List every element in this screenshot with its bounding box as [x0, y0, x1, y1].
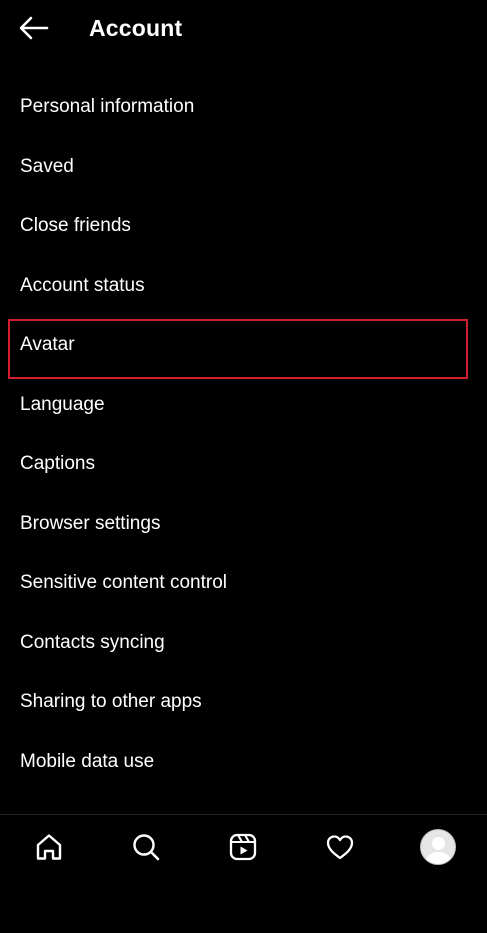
- menu-item-label: Captions: [20, 453, 95, 474]
- profile-avatar: [420, 829, 456, 865]
- menu-item-browser-settings[interactable]: Browser settings: [0, 494, 487, 554]
- back-button[interactable]: [12, 10, 56, 46]
- menu-item-captions[interactable]: Captions: [0, 434, 487, 494]
- menu-item-label: Sharing to other apps: [20, 691, 202, 712]
- nav-profile-button[interactable]: [416, 825, 460, 869]
- top-bar: Account: [0, 0, 487, 56]
- menu-item-personal-information[interactable]: Personal information: [0, 77, 487, 137]
- bottom-nav: [0, 814, 487, 876]
- menu-item-label: Browser settings: [20, 513, 161, 534]
- avatar-head-shape: [432, 837, 445, 850]
- menu-item-avatar[interactable]: Avatar: [0, 315, 487, 375]
- menu-item-contacts-syncing[interactable]: Contacts syncing: [0, 613, 487, 673]
- page-title: Account: [89, 15, 183, 41]
- menu-item-label: Personal information: [20, 96, 195, 117]
- arrow-left-icon: [19, 16, 49, 40]
- settings-menu: Personal information Saved Close friends…: [0, 77, 487, 815]
- menu-item-close-friends[interactable]: Close friends: [0, 196, 487, 256]
- menu-item-saved[interactable]: Saved: [0, 137, 487, 197]
- menu-item-label: Close friends: [20, 215, 131, 236]
- nav-activity-button[interactable]: [318, 825, 362, 869]
- menu-item-sharing-to-other-apps[interactable]: Sharing to other apps: [0, 672, 487, 732]
- heart-icon: [326, 835, 354, 860]
- system-bar-area: [0, 876, 487, 933]
- nav-search-button[interactable]: [124, 825, 168, 869]
- search-icon: [133, 834, 160, 861]
- menu-item-label: Sensitive content control: [20, 572, 228, 593]
- menu-item-sensitive-content-control[interactable]: Sensitive content control: [0, 553, 487, 613]
- menu-item-label: Language: [20, 394, 105, 415]
- account-screen: Account Personal information Saved Close…: [0, 0, 487, 933]
- menu-item-language[interactable]: Language: [0, 375, 487, 435]
- nav-home-button[interactable]: [27, 825, 71, 869]
- menu-item-label: Mobile data use: [20, 751, 155, 772]
- nav-reels-button[interactable]: [221, 825, 265, 869]
- menu-item-label: Contacts syncing: [20, 632, 165, 653]
- menu-item-mobile-data-use[interactable]: Mobile data use: [0, 732, 487, 792]
- menu-item-label: Account status: [20, 275, 145, 296]
- menu-item-label: Avatar: [20, 334, 75, 355]
- menu-item-label: Saved: [20, 156, 74, 177]
- avatar-body-shape: [426, 852, 451, 864]
- home-icon: [36, 834, 62, 860]
- menu-item-account-status[interactable]: Account status: [0, 256, 487, 316]
- reels-icon: [229, 833, 257, 861]
